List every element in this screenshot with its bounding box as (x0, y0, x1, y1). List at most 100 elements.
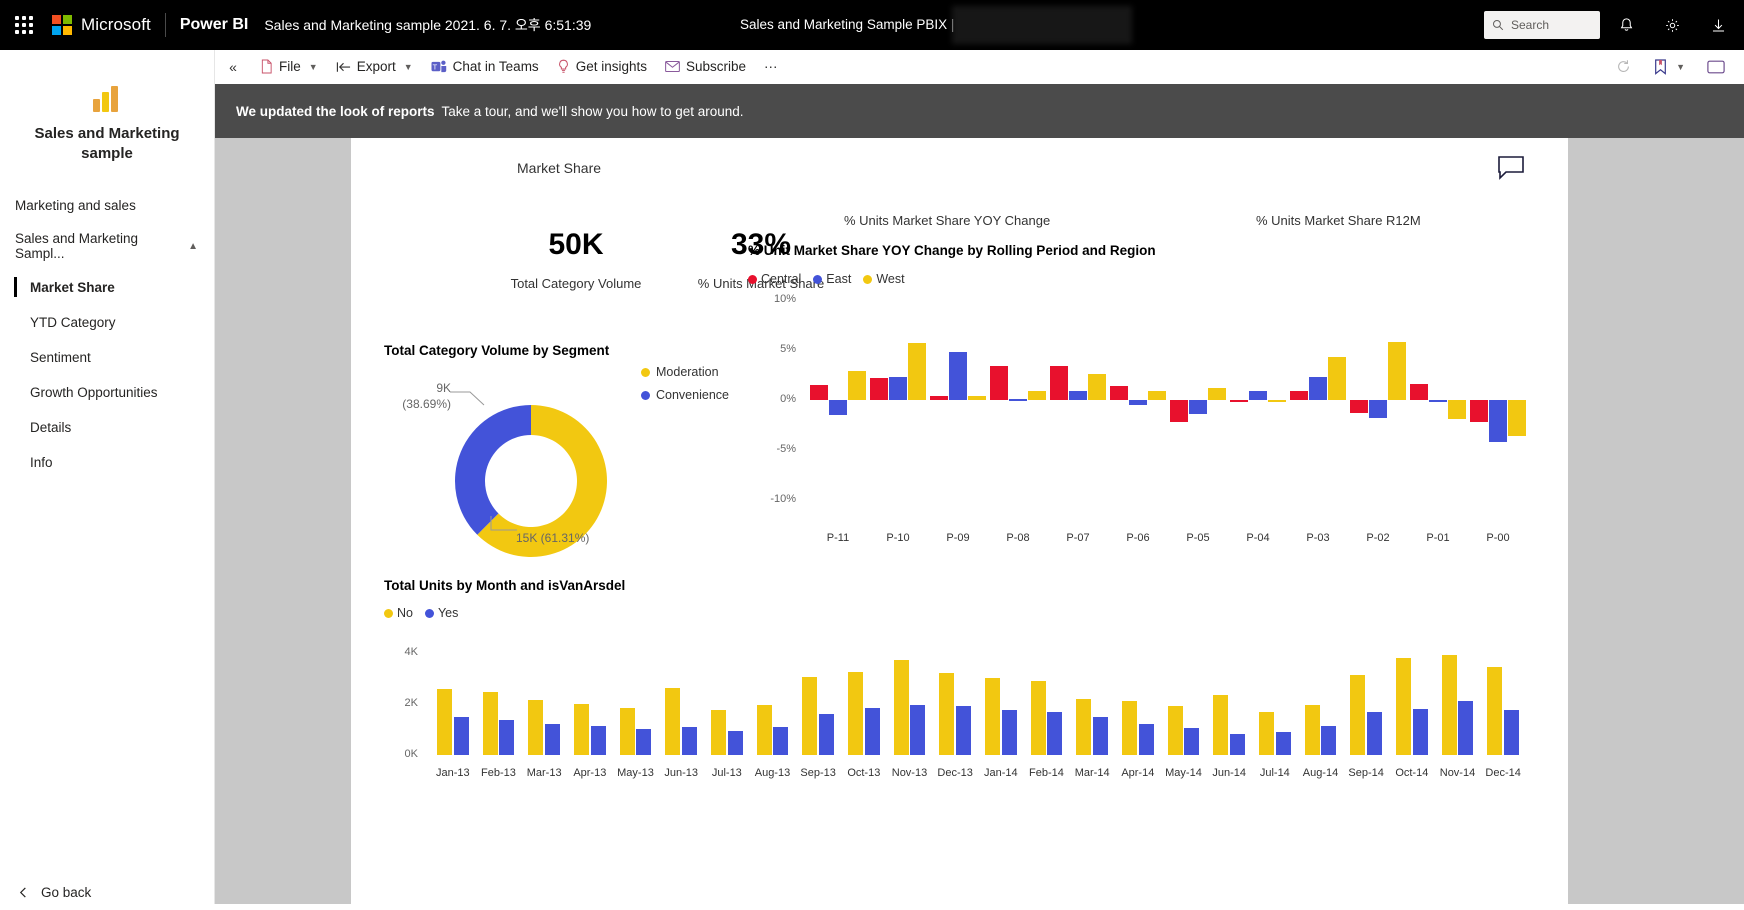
yoy-bar-east-p-11[interactable] (829, 400, 847, 415)
yoy-bar-central-p-04[interactable] (1230, 400, 1248, 402)
yoy-bar-east-p-04[interactable] (1249, 391, 1267, 400)
yoy-bar-west-p-01[interactable] (1448, 400, 1466, 419)
yoy-bar-east-p-00[interactable] (1489, 400, 1507, 442)
units-month-bar-yes-jun-14[interactable] (1230, 734, 1245, 755)
powerbi-label[interactable]: Power BI (180, 16, 248, 34)
export-button[interactable]: Export ▼ (327, 52, 422, 82)
yoy-bar-central-p-02[interactable] (1350, 400, 1368, 413)
yoy-bar-west-p-05[interactable] (1208, 388, 1226, 400)
units-month-bar-no-nov-14[interactable] (1442, 655, 1457, 755)
microsoft-logo[interactable]: Microsoft (52, 15, 151, 35)
units-month-bar-yes-feb-14[interactable] (1047, 712, 1062, 755)
units-month-bar-yes-mar-13[interactable] (545, 724, 560, 755)
search-input[interactable]: Search (1484, 11, 1600, 39)
yoy-bar-west-p-00[interactable] (1508, 400, 1526, 436)
units-month-bar-yes-nov-14[interactable] (1458, 701, 1473, 755)
yoy-bar-west-p-09[interactable] (968, 396, 986, 400)
units-month-bar-no-jul-13[interactable] (711, 710, 726, 755)
legend-item-east[interactable]: East (813, 272, 851, 286)
units-month-bar-no-jan-14[interactable] (985, 678, 1000, 755)
sidebar-item-market-share[interactable]: Market Share (0, 270, 214, 305)
units-month-bar-no-mar-14[interactable] (1076, 699, 1091, 755)
units-month-bar-yes-mar-14[interactable] (1093, 717, 1108, 755)
yoy-bar-west-p-07[interactable] (1088, 374, 1106, 400)
yoy-bar-central-p-10[interactable] (870, 378, 888, 400)
units-month-bar-no-apr-13[interactable] (574, 704, 589, 755)
units-month-bar-no-nov-13[interactable] (894, 660, 909, 755)
units-month-bar-yes-apr-13[interactable] (591, 726, 606, 755)
units-month-bar-no-mar-13[interactable] (528, 700, 543, 755)
yoy-bar-west-p-08[interactable] (1028, 391, 1046, 400)
units-month-bar-no-dec-14[interactable] (1487, 667, 1502, 755)
yoy-bar-east-p-06[interactable] (1129, 400, 1147, 405)
units-month-bar-no-aug-14[interactable] (1305, 705, 1320, 755)
units-month-bar-no-oct-13[interactable] (848, 672, 863, 755)
yoy-bar-west-p-10[interactable] (908, 343, 926, 400)
legend-item-moderation[interactable]: Moderation (641, 365, 729, 379)
yoy-bar-central-p-03[interactable] (1290, 391, 1308, 400)
reset-button[interactable] (1607, 52, 1640, 82)
units-month-bar-no-jan-13[interactable] (437, 689, 452, 755)
units-month-bar-yes-may-13[interactable] (636, 729, 651, 755)
units-month-bar-no-feb-13[interactable] (483, 692, 498, 755)
units-month-bar-yes-jun-13[interactable] (682, 727, 697, 755)
units-month-bar-yes-may-14[interactable] (1184, 728, 1199, 755)
nav-section-sales-and-marketing-sample[interactable]: Sales and Marketing Sampl... ▲ (0, 222, 214, 270)
yoy-bar-central-p-08[interactable] (990, 366, 1008, 400)
units-month-bar-no-aug-13[interactable] (757, 705, 772, 755)
units-month-bar-yes-jan-13[interactable] (454, 717, 469, 755)
yoy-bar-east-p-09[interactable] (949, 352, 967, 400)
units-month-bar-no-may-13[interactable] (620, 708, 635, 755)
yoy-bar-central-p-11[interactable] (810, 385, 828, 400)
units-month-bar-no-sep-14[interactable] (1350, 675, 1365, 756)
yoy-bar-central-p-01[interactable] (1410, 384, 1428, 400)
legend-item-convenience[interactable]: Convenience (641, 388, 729, 402)
units-month-bar-no-sep-13[interactable] (802, 677, 817, 755)
yoy-bar-central-p-09[interactable] (930, 396, 948, 400)
app-launcher-icon[interactable] (0, 16, 48, 34)
yoy-bar-east-p-01[interactable] (1429, 400, 1447, 402)
yoy-bar-central-p-05[interactable] (1170, 400, 1188, 422)
units-month-bar-yes-jan-14[interactable] (1002, 710, 1017, 755)
units-month-bar-no-apr-14[interactable] (1122, 701, 1137, 755)
units-month-bar-yes-dec-14[interactable] (1504, 710, 1519, 755)
get-insights-button[interactable]: Get insights (548, 52, 656, 82)
sidebar-item-info[interactable]: Info (0, 445, 214, 480)
units-month-bar-yes-sep-14[interactable] (1367, 712, 1382, 755)
yoy-bar-west-p-11[interactable] (848, 371, 866, 400)
units-month-bar-yes-oct-13[interactable] (865, 708, 880, 755)
units-month-bar-yes-jul-13[interactable] (728, 731, 743, 755)
download-icon[interactable] (1698, 4, 1738, 46)
yoy-bar-west-p-06[interactable] (1148, 391, 1166, 400)
go-back-button[interactable]: Go back (0, 875, 214, 910)
units-month-bar-yes-jul-14[interactable] (1276, 732, 1291, 755)
yoy-bar-east-p-07[interactable] (1069, 391, 1087, 400)
chat-in-teams-button[interactable]: T Chat in Teams (422, 52, 548, 82)
legend-item-yes[interactable]: Yes (425, 606, 458, 620)
units-month-bar-yes-dec-13[interactable] (956, 706, 971, 755)
donut-chart[interactable] (421, 381, 641, 581)
gear-icon[interactable] (1652, 4, 1692, 46)
sidebar-item-sentiment[interactable]: Sentiment (0, 340, 214, 375)
bell-icon[interactable] (1606, 4, 1646, 46)
units-month-bar-yes-nov-13[interactable] (910, 705, 925, 755)
units-month-bar-no-jun-14[interactable] (1213, 695, 1228, 755)
bookmark-button[interactable]: ▼ (1644, 52, 1694, 82)
yoy-bar-east-p-10[interactable] (889, 377, 907, 400)
units-month-bar-no-jul-14[interactable] (1259, 712, 1274, 755)
yoy-bar-west-p-04[interactable] (1268, 400, 1286, 402)
yoy-bar-east-p-03[interactable] (1309, 377, 1327, 400)
yoy-bar-east-p-05[interactable] (1189, 400, 1207, 414)
units-month-bar-no-may-14[interactable] (1168, 706, 1183, 755)
units-month-bar-yes-aug-14[interactable] (1321, 726, 1336, 755)
subscribe-button[interactable]: Subscribe (656, 52, 755, 82)
update-banner[interactable]: We updated the look of reports Take a to… (215, 84, 1744, 138)
fullscreen-button[interactable] (1698, 52, 1734, 82)
units-month-bar-yes-apr-14[interactable] (1139, 724, 1154, 755)
yoy-bar-central-p-00[interactable] (1470, 400, 1488, 422)
units-month-bar-no-feb-14[interactable] (1031, 681, 1046, 755)
yoy-bar-west-p-03[interactable] (1328, 357, 1346, 400)
yoy-bar-central-p-07[interactable] (1050, 366, 1068, 400)
units-month-bar-yes-feb-13[interactable] (499, 720, 514, 755)
nav-section-marketing-and-sales[interactable]: Marketing and sales (0, 189, 214, 222)
